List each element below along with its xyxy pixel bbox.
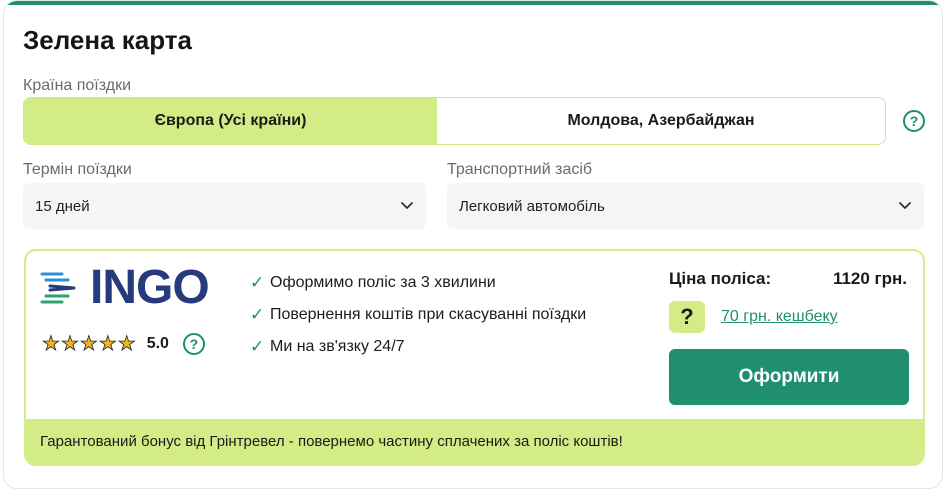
insurance-offer-card: INGO ★ ★ ★ ★ ★ 5.0 ? ✓ Оформимо поліс за… <box>24 249 925 466</box>
term-select-value: 15 дней <box>35 197 90 215</box>
question-circle-icon[interactable]: ? <box>182 333 205 355</box>
list-item: ✓ Ми на зв'язку 24/7 <box>250 331 586 363</box>
cashback: ? 70 грн. кешбеку <box>669 301 838 333</box>
rating: ★ ★ ★ ★ ★ 5.0 ? <box>42 333 205 355</box>
vehicle-select-value: Легковий автомобіль <box>459 197 605 215</box>
page-title: Зелена карта <box>23 25 192 55</box>
buy-button[interactable]: Оформити <box>669 349 909 405</box>
feature-text: Ми на зв'язку 24/7 <box>270 338 405 355</box>
star-icon: ★ <box>79 333 98 355</box>
rating-value: 5.0 <box>146 335 169 352</box>
check-icon: ✓ <box>250 305 265 324</box>
term-label: Термін поїздки <box>23 161 132 178</box>
country-option-moldova-azerbaijan[interactable]: Молдова, Азербайджан <box>437 98 885 144</box>
green-card-widget: Зелена карта Країна поїздки Європа (Усі … <box>3 0 943 489</box>
vehicle-select[interactable]: Легковий автомобіль <box>447 183 924 229</box>
chevron-down-icon <box>899 202 911 209</box>
ingo-logo-mark-icon <box>40 272 76 304</box>
country-toggle: Європа (Усі країни) Молдова, Азербайджан <box>23 97 886 145</box>
chevron-down-icon <box>401 202 413 209</box>
list-item: ✓ Оформимо поліс за 3 хвилини <box>250 267 586 299</box>
feature-text: Оформимо поліс за 3 хвилини <box>270 274 496 291</box>
feature-text: Повернення коштів при скасуванні поїздки <box>270 306 587 323</box>
cashback-link[interactable]: 70 грн. кешбеку <box>721 308 838 326</box>
brand-name: INGO <box>90 261 210 314</box>
question-icon[interactable]: ? <box>669 301 705 333</box>
price-row: Ціна поліса: 1120 грн. <box>669 269 907 289</box>
question-circle-icon[interactable]: ? <box>903 110 925 132</box>
list-item: ✓ Повернення коштів при скасуванні поїзд… <box>250 299 586 331</box>
ingo-logo: INGO <box>40 261 220 314</box>
term-select[interactable]: 15 дней <box>23 183 426 229</box>
check-icon: ✓ <box>250 337 265 356</box>
star-icon: ★ <box>117 333 136 355</box>
bonus-banner: Гарантований бонус від Грінтревел - пове… <box>26 419 923 464</box>
check-icon: ✓ <box>250 273 265 292</box>
star-icon: ★ <box>42 333 61 355</box>
bonus-text: Гарантований бонус від Грінтревел - пове… <box>40 433 623 450</box>
price-label: Ціна поліса: <box>669 269 772 288</box>
vehicle-label: Транспортний засіб <box>447 161 593 178</box>
top-accent-bar <box>4 1 942 5</box>
star-icon: ★ <box>60 333 80 355</box>
country-label: Країна поїздки <box>23 77 132 94</box>
star-icon: ★ <box>98 333 117 355</box>
feature-list: ✓ Оформимо поліс за 3 хвилини ✓ Повернен… <box>250 267 586 363</box>
country-option-europe[interactable]: Європа (Усі країни) <box>24 98 437 144</box>
price-value: 1120 грн. <box>832 269 907 288</box>
